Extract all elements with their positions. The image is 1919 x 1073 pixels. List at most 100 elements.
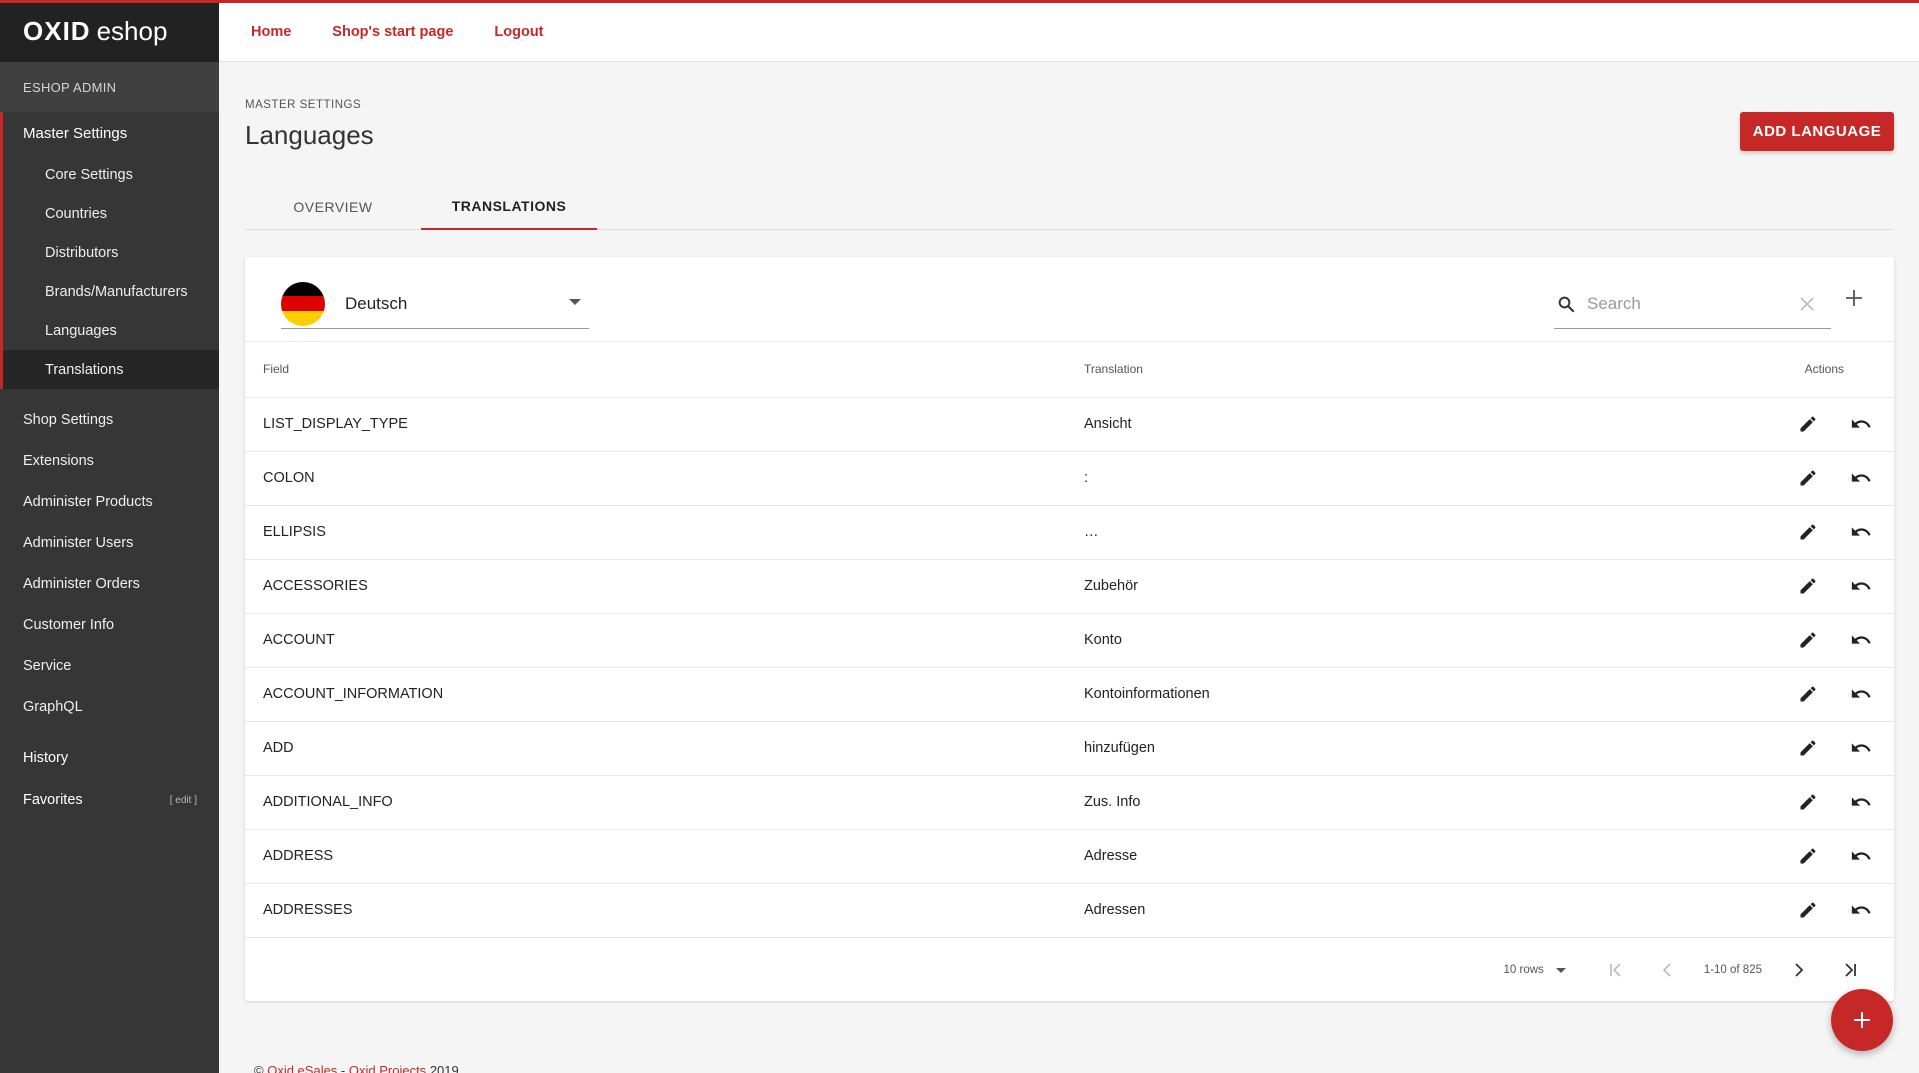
sidebar-item-favorites[interactable]: Favorites [ edit ]	[0, 779, 219, 821]
actions-cell	[1744, 559, 1894, 614]
edit-icon[interactable]	[1795, 897, 1821, 923]
footer-projects-link[interactable]: Oxid Projects	[349, 1063, 426, 1073]
actions-cell	[1744, 667, 1894, 722]
footer-company-link[interactable]: Oxid eSales	[267, 1063, 337, 1073]
favorites-edit-link[interactable]: [ edit ]	[170, 795, 197, 806]
actions-cell	[1744, 613, 1894, 668]
logo[interactable]: OXID eshop	[0, 0, 219, 62]
table-row[interactable]: LIST_DISPLAY_TYPE Ansicht	[245, 397, 1894, 452]
undo-icon[interactable]	[1848, 789, 1874, 815]
close-icon[interactable]	[1799, 296, 1815, 312]
undo-icon[interactable]	[1848, 897, 1874, 923]
field-cell: ELLIPSIS	[245, 505, 1084, 560]
sidebar-item-administer-orders[interactable]: Administer Orders	[0, 563, 219, 604]
add-language-button[interactable]: ADD LANGUAGE	[1740, 112, 1894, 151]
sidebar-item-service[interactable]: Service	[0, 645, 219, 686]
chevron-down-icon	[1555, 967, 1566, 973]
search-field	[1554, 279, 1831, 329]
sidebar-item-administer-users[interactable]: Administer Users	[0, 522, 219, 563]
undo-icon[interactable]	[1848, 573, 1874, 599]
undo-icon[interactable]	[1848, 843, 1874, 869]
field-cell: ACCESSORIES	[245, 559, 1084, 614]
first-page-icon[interactable]	[1604, 958, 1628, 982]
table-row[interactable]: ACCESSORIES Zubehör	[245, 559, 1894, 614]
tab-translations[interactable]: TRANSLATIONS	[421, 184, 597, 230]
sidebar-item-distributors[interactable]: Distributors	[3, 233, 219, 272]
actions-cell	[1744, 883, 1894, 938]
table-row[interactable]: ADDITIONAL_INFO Zus. Info	[245, 775, 1894, 830]
table-row[interactable]: ADD hinzufügen	[245, 721, 1894, 776]
search-icon	[1558, 296, 1575, 312]
edit-icon[interactable]	[1795, 789, 1821, 815]
undo-icon[interactable]	[1848, 735, 1874, 761]
edit-icon[interactable]	[1795, 411, 1821, 437]
tab-overview[interactable]: OVERVIEW	[245, 184, 421, 230]
column-header-translation[interactable]: Translation	[1084, 342, 1744, 398]
translation-cell: Adressen	[1084, 883, 1744, 938]
undo-icon[interactable]	[1848, 465, 1874, 491]
nav-shop-start-link[interactable]: Shop's start page	[332, 24, 453, 40]
history-label: History	[23, 750, 69, 766]
actions-cell	[1744, 397, 1894, 452]
sidebar-item-countries[interactable]: Countries	[3, 194, 219, 233]
footer-separator: -	[337, 1063, 349, 1073]
sidebar-item-brands-manufacturers[interactable]: Brands/Manufacturers	[3, 272, 219, 311]
add-fab-button[interactable]	[1831, 989, 1893, 1051]
sidebar-item-graphql[interactable]: GraphQL	[0, 686, 219, 727]
sidebar-item-core-settings[interactable]: Core Settings	[3, 155, 219, 194]
edit-icon[interactable]	[1795, 735, 1821, 761]
translation-cell: Ansicht	[1084, 397, 1744, 452]
sidebar-item-languages[interactable]: Languages	[3, 311, 219, 350]
sidebar-item-customer-info[interactable]: Customer Info	[0, 604, 219, 645]
logo-light: eshop	[96, 15, 168, 46]
table-row[interactable]: ACCOUNT_INFORMATION Kontoinformationen	[245, 667, 1894, 722]
card-toolbar: Deutsch	[245, 257, 1894, 342]
previous-page-icon[interactable]	[1656, 958, 1680, 982]
sidebar-item-translations[interactable]: Translations	[3, 350, 219, 389]
edit-icon[interactable]	[1795, 627, 1821, 653]
undo-icon[interactable]	[1848, 519, 1874, 545]
table-row[interactable]: ADDRESS Adresse	[245, 829, 1894, 884]
column-header-actions: Actions	[1744, 342, 1894, 398]
language-select[interactable]: Deutsch	[281, 279, 589, 329]
sidebar-item-administer-products[interactable]: Administer Products	[0, 481, 219, 522]
logo-strong: OXID	[23, 15, 91, 46]
breadcrumb: MASTER SETTINGS	[245, 99, 362, 111]
edit-icon[interactable]	[1795, 681, 1821, 707]
last-page-icon[interactable]	[1838, 958, 1862, 982]
translation-cell: Zus. Info	[1084, 775, 1744, 830]
germany-flag-icon	[281, 281, 325, 326]
next-page-icon[interactable]	[1786, 958, 1810, 982]
undo-icon[interactable]	[1848, 411, 1874, 437]
translation-cell: …	[1084, 505, 1744, 560]
rows-per-page-select[interactable]: 10 rows	[1504, 964, 1566, 976]
edit-icon[interactable]	[1795, 573, 1821, 599]
translations-card: Deutsch Field Translation Actions LIST_D…	[245, 257, 1894, 1001]
edit-icon[interactable]	[1795, 465, 1821, 491]
translation-cell: :	[1084, 451, 1744, 506]
column-header-field[interactable]: Field	[245, 342, 1084, 398]
translation-cell: Konto	[1084, 613, 1744, 668]
search-input[interactable]	[1587, 293, 1787, 314]
edit-icon[interactable]	[1795, 519, 1821, 545]
sidebar: OXID eshop ESHOP ADMIN Master Settings C…	[0, 0, 219, 1073]
nav-home-link[interactable]: Home	[251, 24, 291, 40]
rows-per-page-label: 10 rows	[1503, 964, 1544, 976]
undo-icon[interactable]	[1848, 627, 1874, 653]
table-row[interactable]: ACCOUNT Konto	[245, 613, 1894, 668]
edit-icon[interactable]	[1795, 843, 1821, 869]
tab-bar: OVERVIEW TRANSLATIONS	[245, 184, 1894, 230]
sidebar-item-shop-settings[interactable]: Shop Settings	[0, 399, 219, 440]
chevron-down-icon	[569, 299, 581, 305]
add-translation-icon[interactable]	[1845, 289, 1863, 307]
actions-cell	[1744, 829, 1894, 884]
nav-logout-link[interactable]: Logout	[494, 24, 543, 40]
sidebar-item-extensions[interactable]: Extensions	[0, 440, 219, 481]
undo-icon[interactable]	[1848, 681, 1874, 707]
table-row[interactable]: COLON:	[245, 451, 1894, 506]
table-row[interactable]: ELLIPSIS…	[245, 505, 1894, 560]
table-row[interactable]: ADDRESSES Adressen	[245, 883, 1894, 938]
sidebar-item-master-settings[interactable]: Master Settings	[3, 112, 219, 155]
sidebar-item-history[interactable]: History	[0, 737, 219, 779]
translation-cell: hinzufügen	[1084, 721, 1744, 776]
